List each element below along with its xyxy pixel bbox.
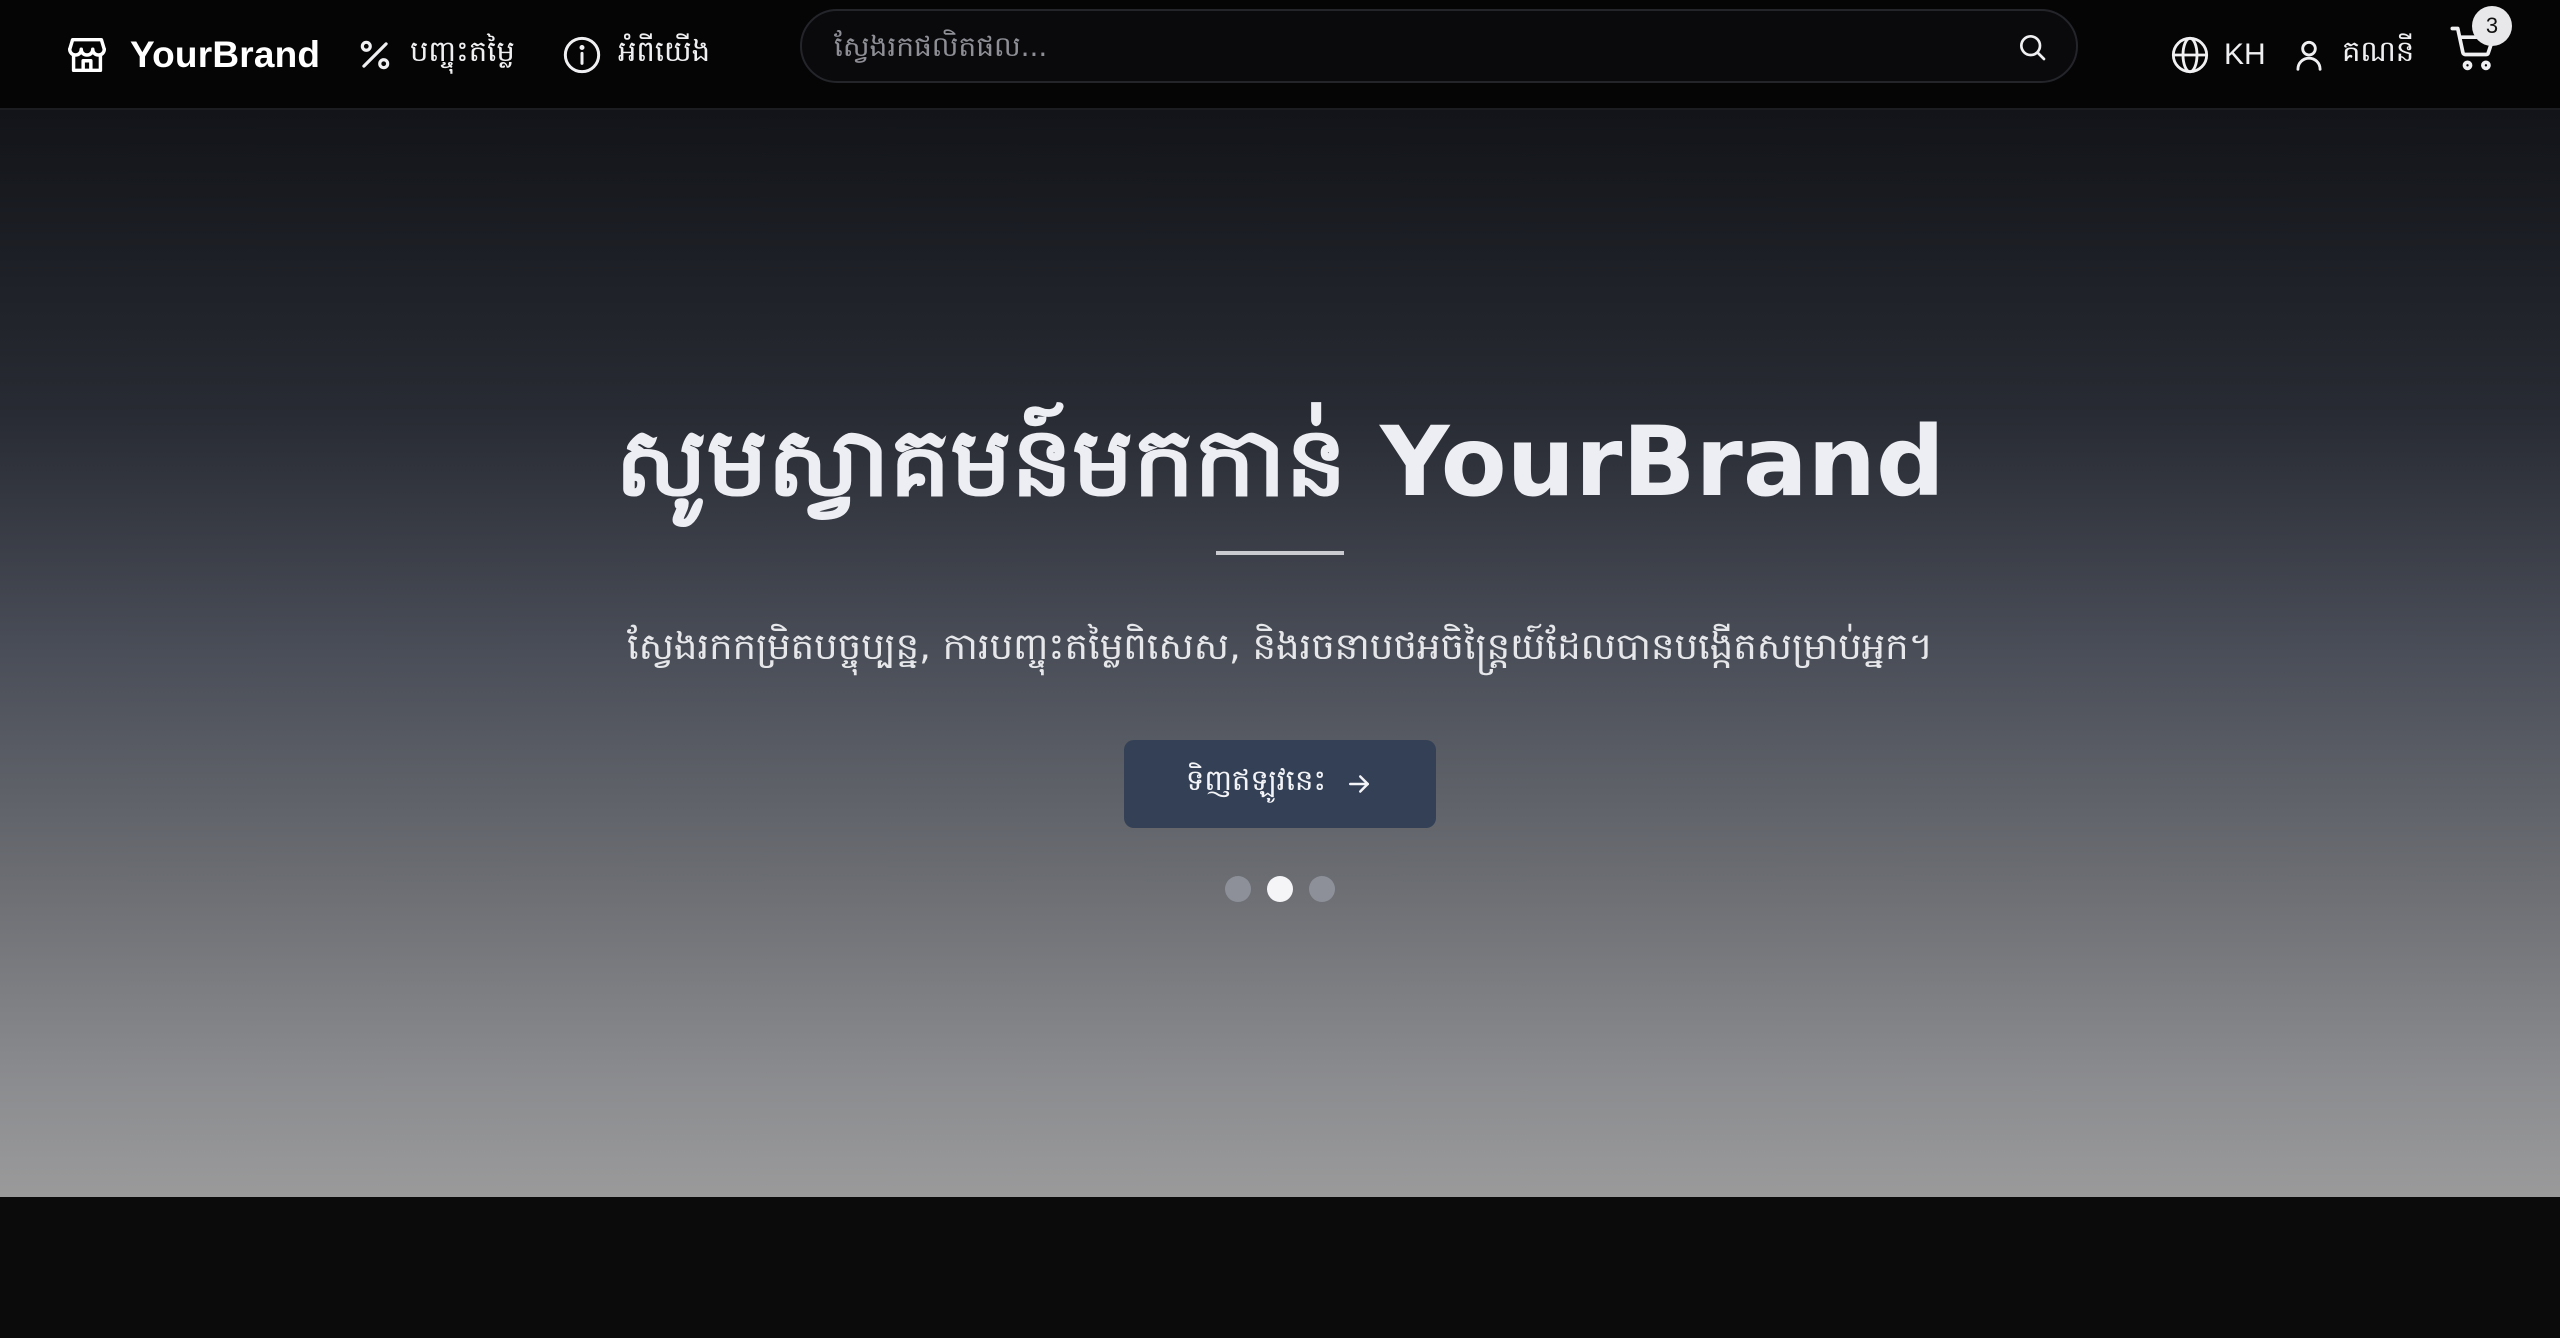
brand-name: YourBrand [130,34,321,75]
account-label: គណនី [2342,34,2415,68]
info-icon [562,35,602,75]
hero-divider [1216,551,1344,555]
search-icon[interactable] [2012,27,2052,67]
hero-title: សូមស្វាគមន៍មកកាន់ YourBrand [615,406,1945,518]
nav-about-label: អំពីយើង [618,34,711,68]
carousel-dot[interactable] [1225,876,1251,902]
globe-icon [2170,35,2210,75]
hero-banner: សូមស្វាគមន៍មកកាន់ YourBrand ស្វែងរកកម្រិ… [0,110,2560,1197]
search-bar [800,9,2078,83]
carousel-dot[interactable] [1309,876,1335,902]
nav-discount-link[interactable]: បញ្ចុះតម្លៃ [356,22,515,88]
language-label: KH [2224,38,2266,71]
nav-about-link[interactable]: អំពីយើង [562,22,710,88]
percent-icon [356,36,394,74]
brand-logo-link[interactable]: YourBrand [64,22,320,88]
shop-now-label: ទិញឥឡូវនេះ [1185,763,1327,797]
hero-subtitle: ស្វែងរកកម្រិតបច្ចុប្បន្ន, ការបញ្ចុះតម្លៃ… [626,625,1934,668]
search-input[interactable] [832,21,1992,71]
carousel-indicators [1225,876,1335,902]
user-icon [2290,36,2328,74]
site-header: YourBrand បញ្ចុះតម្លៃ អំពីយើង ស្វែងរកផលិ… [0,0,2560,110]
shop-now-button[interactable]: ទិញឥឡូវនេះ [1124,740,1436,828]
language-switcher[interactable]: KH [2170,22,2266,88]
carousel-dot[interactable] [1267,876,1293,902]
arrow-right-icon [1344,769,1374,799]
page-body-area [0,1197,2560,1338]
cart-count-badge: 3 [2472,6,2512,46]
account-link[interactable]: គណនី [2290,22,2414,88]
store-icon [64,32,110,78]
nav-discount-label: បញ្ចុះតម្លៃ [410,34,515,68]
